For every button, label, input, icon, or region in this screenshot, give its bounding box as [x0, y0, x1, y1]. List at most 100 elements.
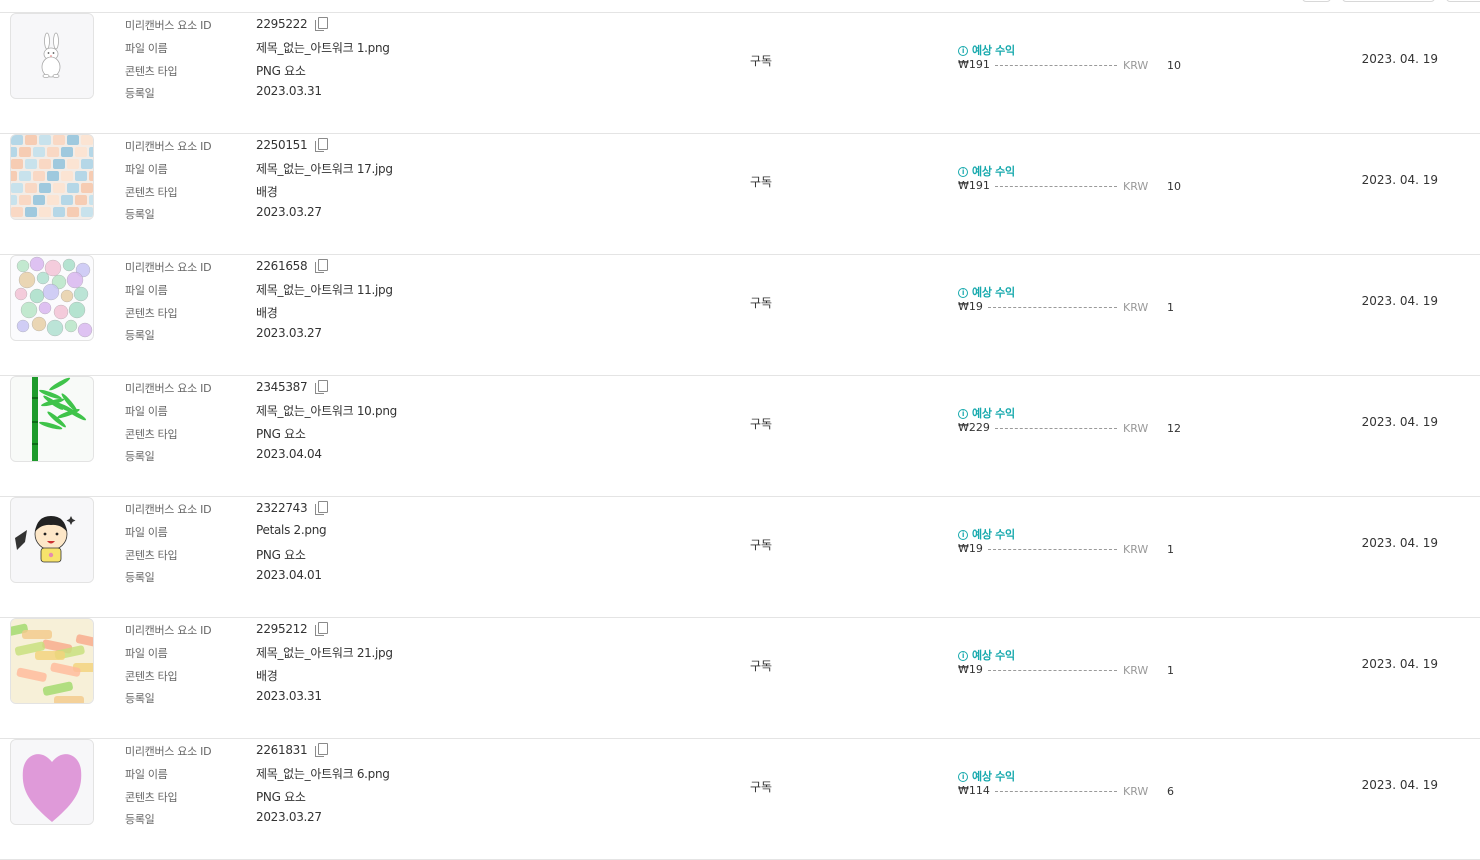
info-icon: i — [958, 167, 968, 177]
estimated-revenue-label[interactable]: i 예상 수익 — [958, 768, 1015, 784]
currency-label: KRW — [1123, 422, 1149, 435]
thumbnail-image[interactable] — [10, 255, 94, 341]
revenue-amount: ₩191 — [958, 179, 990, 192]
registered-date-value: 2023.03.31 — [256, 689, 322, 703]
top-edge-button[interactable] — [1446, 0, 1480, 2]
download-count: 6 — [1167, 785, 1174, 798]
registered-date-label: 등록일 — [125, 692, 155, 705]
element-id-value: 2261831 — [256, 743, 308, 757]
currency-label: KRW — [1123, 59, 1149, 72]
file-name-label: 파일 이름 — [125, 284, 168, 297]
registered-date-label: 등록일 — [125, 208, 155, 221]
content-type-label: 콘텐츠 타입 — [125, 549, 178, 562]
leader-dots — [995, 791, 1117, 792]
copy-icon[interactable] — [315, 380, 328, 394]
element-id-label: 미리캔버스 요소 ID — [125, 745, 212, 758]
content-row: 미리캔버스 요소 ID 2295212 파일 이름 제목_없는_아트워크 21.… — [0, 618, 1480, 739]
copy-icon[interactable] — [315, 743, 328, 757]
settlement-date: 2023. 04. 19 — [1361, 778, 1438, 792]
settlement-date: 2023. 04. 19 — [1361, 657, 1438, 671]
copy-icon[interactable] — [315, 622, 328, 636]
download-count: 1 — [1167, 543, 1174, 556]
file-name-label: 파일 이름 — [125, 526, 168, 539]
estimated-revenue-label[interactable]: i 예상 수익 — [958, 405, 1015, 421]
revenue-amount: ₩19 — [958, 663, 983, 676]
settlement-date: 2023. 04. 19 — [1361, 173, 1438, 187]
element-id-label: 미리캔버스 요소 ID — [125, 261, 212, 274]
content-type-label: 콘텐츠 타입 — [125, 428, 178, 441]
estimated-revenue-text: 예상 수익 — [972, 528, 1015, 541]
copy-icon[interactable] — [315, 17, 328, 31]
license-type: 구독 — [750, 175, 773, 189]
leader-dots — [995, 428, 1117, 429]
registered-date-value: 2023.03.27 — [256, 326, 322, 340]
estimated-revenue-label[interactable]: i 예상 수익 — [958, 42, 1015, 58]
content-type-value: PNG 요소 — [256, 790, 306, 804]
copy-icon[interactable] — [315, 259, 328, 273]
settlement-date: 2023. 04. 19 — [1361, 415, 1438, 429]
top-small-button[interactable] — [1302, 0, 1331, 2]
leader-dots — [988, 549, 1117, 550]
top-select-button[interactable] — [1342, 0, 1435, 2]
content-type-label: 콘텐츠 타입 — [125, 791, 178, 804]
registered-date-value: 2023.03.31 — [256, 84, 322, 98]
currency-label: KRW — [1123, 664, 1149, 677]
copy-icon[interactable] — [315, 501, 328, 515]
thumbnail-image[interactable] — [10, 376, 94, 462]
content-type-label: 콘텐츠 타입 — [125, 65, 178, 78]
file-name-value: Petals 2.png — [256, 523, 327, 537]
download-count: 1 — [1167, 664, 1174, 677]
element-id-value: 2322743 — [256, 501, 308, 515]
leader-dots — [995, 65, 1117, 66]
estimated-revenue-label[interactable]: i 예상 수익 — [958, 163, 1015, 179]
file-name-value: 제목_없는_아트워크 10.png — [256, 404, 397, 418]
thumbnail-image[interactable] — [10, 134, 94, 220]
copy-icon[interactable] — [315, 138, 328, 152]
content-type-value: PNG 요소 — [256, 64, 306, 78]
element-id-value: 2295222 — [256, 17, 308, 31]
content-type-value: 배경 — [256, 669, 278, 683]
license-type: 구독 — [750, 780, 773, 794]
info-icon: i — [958, 288, 968, 298]
license-type: 구독 — [750, 54, 773, 68]
content-row: 미리캔버스 요소 ID 2345387 파일 이름 제목_없는_아트워크 10.… — [0, 376, 1480, 497]
settlement-date: 2023. 04. 19 — [1361, 536, 1438, 550]
content-type-value: PNG 요소 — [256, 427, 306, 441]
file-name-label: 파일 이름 — [125, 163, 168, 176]
revenue-amount: ₩19 — [958, 542, 983, 555]
revenue-amount: ₩114 — [958, 784, 990, 797]
estimated-revenue-label[interactable]: i 예상 수익 — [958, 284, 1015, 300]
registered-date-label: 등록일 — [125, 813, 155, 826]
estimated-revenue-label[interactable]: i 예상 수익 — [958, 647, 1015, 663]
currency-label: KRW — [1123, 543, 1149, 556]
thumbnail-image[interactable] — [10, 13, 94, 99]
estimated-revenue-text: 예상 수익 — [972, 44, 1015, 57]
thumbnail-image[interactable] — [10, 739, 94, 825]
leader-dots — [988, 670, 1117, 671]
info-icon: i — [958, 651, 968, 661]
estimated-revenue-text: 예상 수익 — [972, 407, 1015, 420]
top-controls — [0, 0, 1480, 12]
content-type-label: 콘텐츠 타입 — [125, 186, 178, 199]
estimated-revenue-label[interactable]: i 예상 수익 — [958, 526, 1015, 542]
content-row: 미리캔버스 요소 ID 2261831 파일 이름 제목_없는_아트워크 6.p… — [0, 739, 1480, 860]
license-type: 구독 — [750, 296, 773, 310]
element-id-label: 미리캔버스 요소 ID — [125, 382, 212, 395]
revenue-amount: ₩191 — [958, 58, 990, 71]
content-type-label: 콘텐츠 타입 — [125, 670, 178, 683]
currency-label: KRW — [1123, 180, 1149, 193]
thumbnail-image[interactable] — [10, 497, 94, 583]
file-name-label: 파일 이름 — [125, 405, 168, 418]
content-row: 미리캔버스 요소 ID 2261658 파일 이름 제목_없는_아트워크 11.… — [0, 255, 1480, 376]
file-name-value: 제목_없는_아트워크 6.png — [256, 767, 390, 781]
thumbnail-image[interactable] — [10, 618, 94, 704]
revenue-amount: ₩229 — [958, 421, 990, 434]
registered-date-value: 2023.03.27 — [256, 205, 322, 219]
file-name-value: 제목_없는_아트워크 1.png — [256, 41, 390, 55]
estimated-revenue-text: 예상 수익 — [972, 770, 1015, 783]
revenue-amount: ₩19 — [958, 300, 983, 313]
currency-label: KRW — [1123, 301, 1149, 314]
file-name-value: 제목_없는_아트워크 11.jpg — [256, 283, 393, 297]
content-type-value: PNG 요소 — [256, 548, 306, 562]
element-id-label: 미리캔버스 요소 ID — [125, 19, 212, 32]
